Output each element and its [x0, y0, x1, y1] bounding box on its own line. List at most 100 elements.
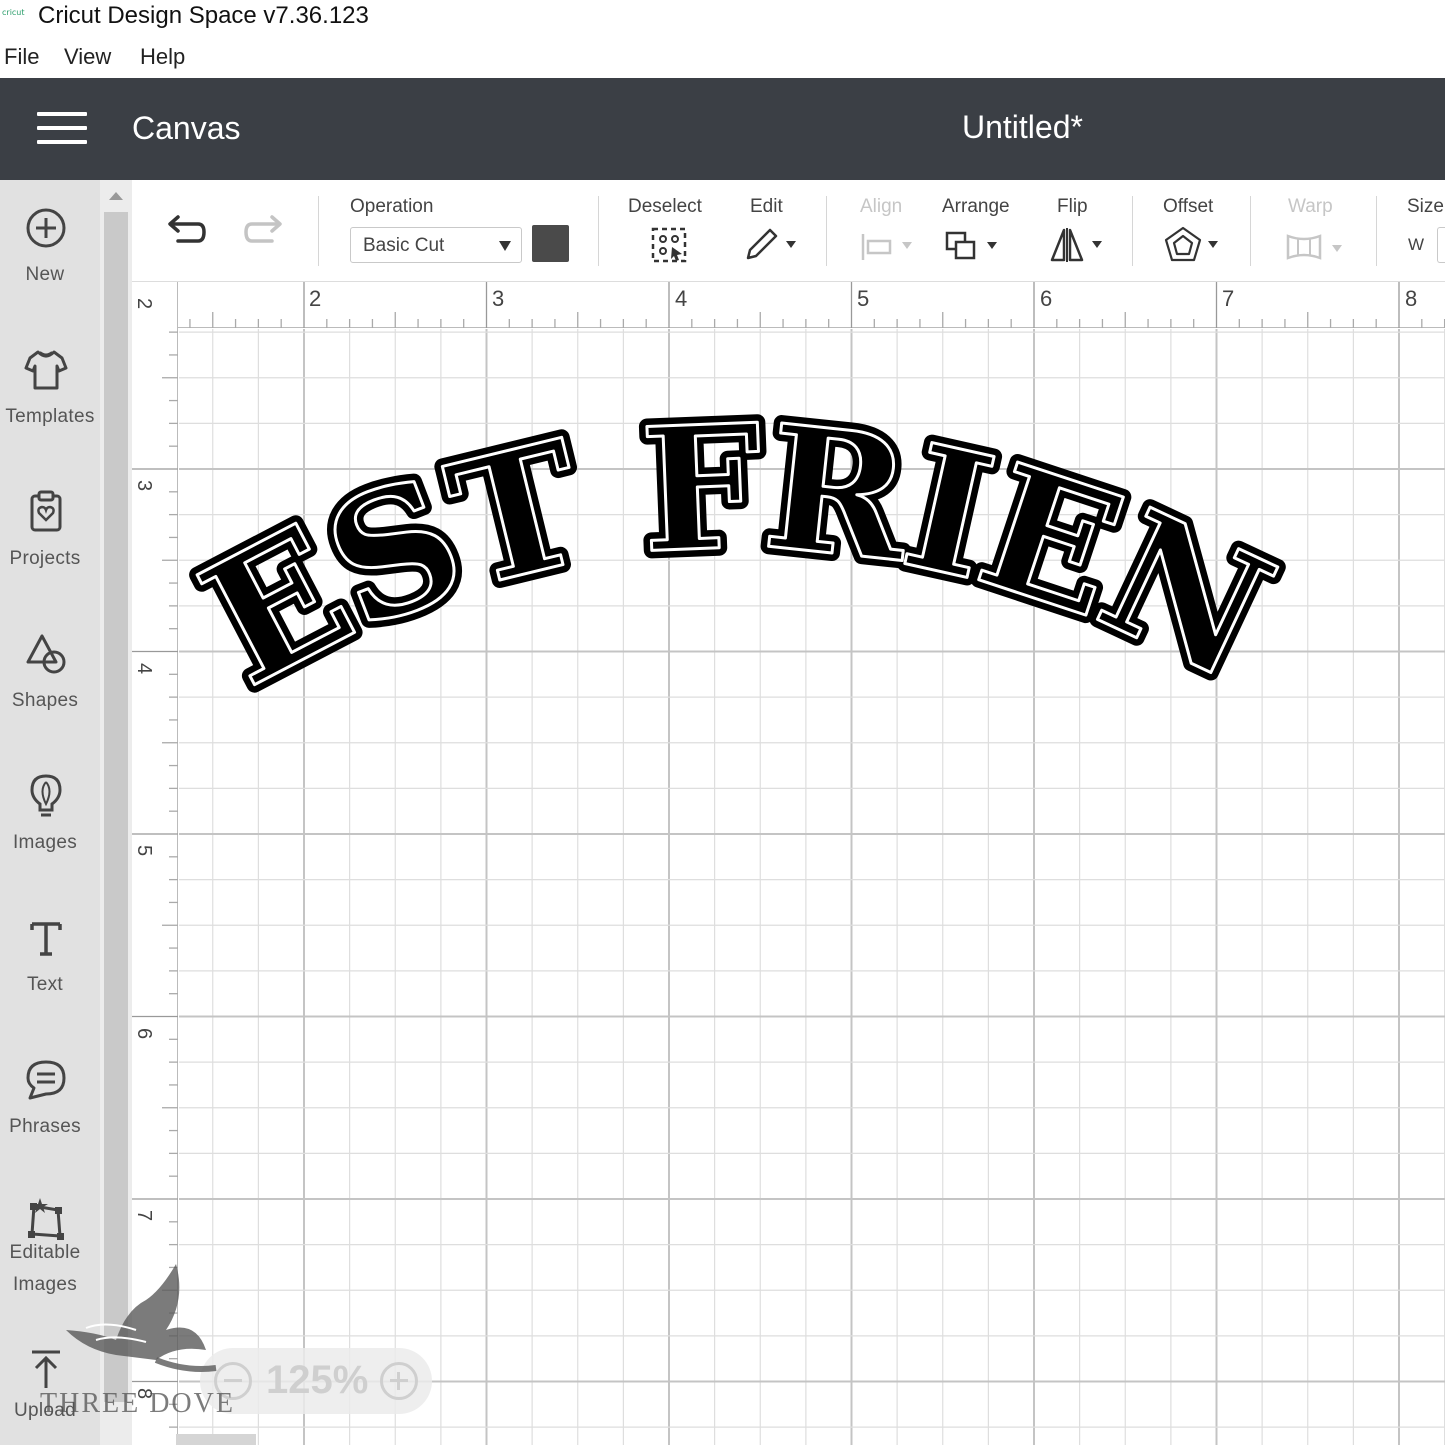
- speech-bubble-icon: [26, 1060, 66, 1100]
- operation-label: Operation: [350, 196, 434, 217]
- ruler-label: 5: [857, 286, 870, 311]
- sidebar-item-images[interactable]: Images: [0, 748, 100, 878]
- toolbar-separator: [318, 196, 319, 266]
- ruler-ticks: [132, 331, 178, 1428]
- app-icon: cricut: [2, 8, 25, 17]
- zoom-out-icon[interactable]: [214, 1362, 252, 1400]
- sidebar-item-projects[interactable]: Projects: [0, 464, 100, 594]
- tshirt-icon: [24, 350, 68, 390]
- sidebar-item-label: Editable: [9, 1242, 81, 1263]
- sidebar-item-label: New: [25, 264, 65, 285]
- sidebar-item-label: Upload: [13, 1400, 76, 1421]
- warp-icon[interactable]: [1284, 230, 1350, 264]
- redo-icon[interactable]: [242, 214, 286, 250]
- sidebar-item-label: Images: [12, 832, 78, 853]
- sidebar-item-label: Projects: [9, 548, 81, 569]
- sidebar-item-phrases[interactable]: Phrases: [0, 1032, 100, 1162]
- operation-color-swatch[interactable]: [532, 225, 569, 262]
- sidebar-item-new[interactable]: New: [0, 180, 100, 310]
- clipboard-heart-icon: [30, 490, 62, 532]
- toolbar-separator: [1376, 196, 1377, 266]
- arrange-icon[interactable]: [944, 228, 1004, 264]
- menu-view[interactable]: View: [64, 44, 111, 70]
- vertical-ruler: 2 3 4 5 6 7 8: [132, 282, 178, 1445]
- sidebar-scrollbar[interactable]: [100, 180, 132, 1445]
- sidebar-item-label: Shapes: [11, 690, 79, 711]
- app-header: Canvas Untitled*: [0, 78, 1445, 180]
- text-t-icon: [30, 922, 62, 956]
- warp-label: Warp: [1288, 196, 1333, 217]
- ruler-label: 7: [133, 1209, 156, 1222]
- horizontal-ruler: 2 3 4 5 6 7 8: [132, 282, 1445, 328]
- ruler-ticks: [189, 282, 1445, 328]
- sidebar-item-upload[interactable]: Upload: [0, 1318, 100, 1445]
- sidebar-item-label-line2: Images: [12, 1274, 78, 1295]
- ruler-label: 5: [133, 844, 156, 857]
- sidebar-item-text[interactable]: Text: [0, 890, 100, 1020]
- undo-icon[interactable]: [164, 214, 208, 250]
- ruler-label: 4: [675, 286, 688, 311]
- ruler-label: 6: [133, 1027, 156, 1040]
- sidebar-item-label: Phrases: [9, 1116, 81, 1137]
- editable-image-icon: [28, 1198, 64, 1240]
- ruler-label: 6: [1040, 286, 1053, 311]
- toolbar-separator: [1132, 196, 1133, 266]
- menu-help[interactable]: Help: [140, 44, 185, 70]
- title-bar: cricut Cricut Design Space v7.36.123: [0, 0, 1445, 34]
- flip-icon[interactable]: [1048, 226, 1108, 264]
- toolbar-separator: [1250, 196, 1251, 266]
- design-canvas[interactable]: BEST FRIEND BEST FRIEND: [179, 329, 1445, 1445]
- zoom-level: 125%: [266, 1358, 369, 1402]
- horizontal-scrollbar-thumb[interactable]: [176, 1434, 256, 1445]
- chevron-down-icon: [499, 241, 511, 251]
- offset-label: Offset: [1163, 196, 1214, 217]
- menu-file[interactable]: File: [4, 44, 39, 70]
- deselect-icon[interactable]: [650, 226, 688, 264]
- ruler-label: 2: [133, 297, 156, 310]
- edit-pencil-icon[interactable]: [742, 226, 798, 264]
- sidebar-item-editable-images[interactable]: Editable Images: [0, 1174, 100, 1324]
- window-title: Cricut Design Space v7.36.123: [38, 2, 369, 29]
- edit-label: Edit: [750, 196, 783, 217]
- ruler-label: 2: [309, 286, 322, 311]
- ruler-label: 8: [133, 1387, 156, 1400]
- ruler-label: 3: [492, 286, 505, 311]
- design-text-group[interactable]: BEST FRIEND BEST FRIEND: [179, 329, 1445, 1445]
- ruler-label: 7: [1222, 286, 1235, 311]
- flip-label: Flip: [1057, 196, 1088, 217]
- upload-arrow-icon: [32, 1350, 60, 1388]
- plus-circle-icon: [26, 208, 66, 248]
- deselect-label: Deselect: [628, 196, 702, 217]
- align-icon[interactable]: [860, 232, 916, 262]
- document-title[interactable]: Untitled*: [962, 109, 1083, 146]
- menu-bar: File View Help: [0, 38, 1445, 76]
- scroll-up-icon[interactable]: [109, 192, 123, 200]
- operation-value: Basic Cut: [363, 235, 445, 256]
- shapes-icon: [26, 634, 66, 674]
- sidebar-item-templates[interactable]: Templates: [0, 322, 100, 452]
- sidebar-item-label: Templates: [5, 406, 95, 427]
- sidebar-item-label: Text: [26, 974, 64, 995]
- hamburger-menu-icon[interactable]: [37, 112, 87, 146]
- section-title: Canvas: [132, 110, 241, 146]
- zoom-in-icon[interactable]: [380, 1362, 418, 1400]
- design-text[interactable]: BEST FRIEND: [179, 329, 1301, 726]
- size-width-input[interactable]: [1437, 227, 1445, 263]
- offset-icon[interactable]: [1164, 226, 1224, 266]
- sidebar-item-shapes[interactable]: Shapes: [0, 606, 100, 736]
- lightbulb-icon: [30, 774, 62, 817]
- toolbar-separator: [826, 196, 827, 266]
- size-label: Size: [1407, 196, 1444, 217]
- edit-toolbar: Operation Basic Cut Deselect Edit Align …: [132, 180, 1445, 282]
- size-width-label: W: [1408, 235, 1425, 254]
- ruler-label: 8: [1405, 286, 1418, 311]
- ruler-label: 4: [133, 662, 156, 675]
- align-label: Align: [860, 196, 903, 217]
- zoom-control: 125%: [200, 1348, 432, 1414]
- ruler-label: 3: [133, 479, 156, 492]
- operation-select[interactable]: Basic Cut: [350, 227, 522, 263]
- arrange-label: Arrange: [942, 196, 1010, 217]
- toolbar-separator: [598, 196, 599, 266]
- scrollbar-thumb[interactable]: [104, 212, 128, 1402]
- left-sidebar: New Templates Projects Shapes Images Tex…: [0, 180, 100, 1445]
